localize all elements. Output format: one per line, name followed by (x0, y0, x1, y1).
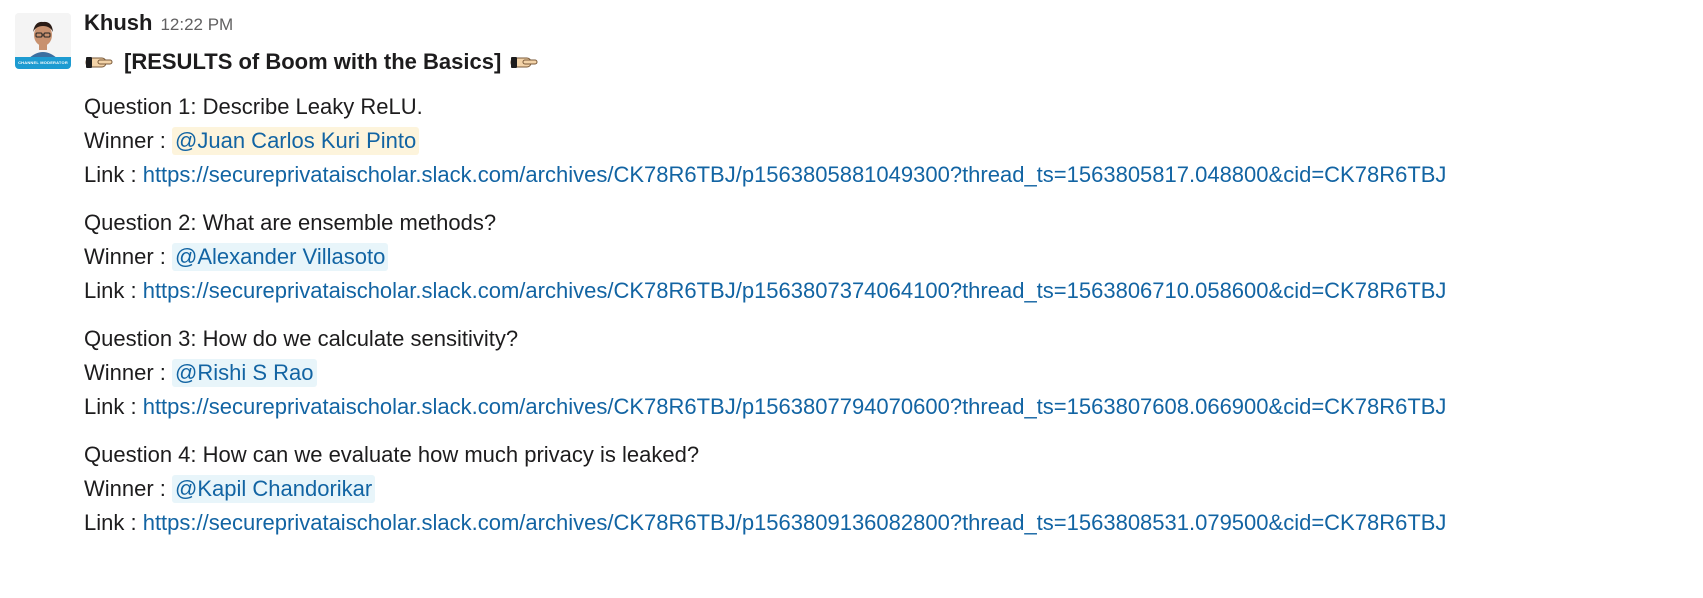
winner-mention[interactable]: @Juan Carlos Kuri Pinto (172, 127, 420, 155)
question-text: Question 4: How can we evaluate how much… (84, 442, 700, 467)
question-block: Question 2: What are ensemble methods? W… (84, 206, 1693, 308)
link-label: Link : (84, 394, 143, 419)
question-text: Question 2: What are ensemble methods? (84, 210, 497, 235)
link-label: Link : (84, 278, 143, 303)
thread-link[interactable]: https://secureprivataischolar.slack.com/… (143, 394, 1447, 419)
pointing-hand-icon (509, 52, 539, 72)
winner-label: Winner : (84, 360, 173, 385)
link-line: Link : https://secureprivataischolar.sla… (84, 274, 1693, 308)
winner-mention[interactable]: @Rishi S Rao (172, 359, 317, 387)
winner-line: Winner : @Juan Carlos Kuri Pinto (84, 124, 1693, 158)
winner-label: Winner : (84, 128, 173, 153)
message-timestamp[interactable]: 12:22 PM (160, 15, 233, 35)
message-content: Khush 12:22 PM [RESULTS of Boom with the… (84, 10, 1693, 554)
avatar[interactable]: CHANNEL MODERATOR (15, 13, 71, 69)
link-line: Link : https://secureprivataischolar.sla… (84, 158, 1693, 192)
question-block: Question 1: Describe Leaky ReLU. Winner … (84, 90, 1693, 192)
pointing-hand-icon (84, 52, 114, 72)
message-header: Khush 12:22 PM (84, 10, 1693, 44)
question-list: Question 1: Describe Leaky ReLU. Winner … (84, 90, 1693, 540)
title-text: [RESULTS of Boom with the Basics] (124, 49, 502, 74)
winner-mention[interactable]: @Alexander Villasoto (172, 243, 389, 271)
question-text: Question 1: Describe Leaky ReLU. (84, 94, 423, 119)
question-block: Question 4: How can we evaluate how much… (84, 438, 1693, 540)
winner-label: Winner : (84, 476, 173, 501)
winner-label: Winner : (84, 244, 173, 269)
question-text: Question 3: How do we calculate sensitiv… (84, 326, 519, 351)
winner-line: Winner : @Kapil Chandorikar (84, 472, 1693, 506)
author-name[interactable]: Khush (84, 10, 152, 36)
thread-link[interactable]: https://secureprivataischolar.slack.com/… (143, 162, 1447, 187)
avatar-badge: CHANNEL MODERATOR (15, 57, 71, 69)
winner-line: Winner : @Rishi S Rao (84, 356, 1693, 390)
winner-line: Winner : @Alexander Villasoto (84, 240, 1693, 274)
link-label: Link : (84, 162, 143, 187)
link-label: Link : (84, 510, 143, 535)
question-block: Question 3: How do we calculate sensitiv… (84, 322, 1693, 424)
link-line: Link : https://secureprivataischolar.sla… (84, 506, 1693, 540)
link-line: Link : https://secureprivataischolar.sla… (84, 390, 1693, 424)
winner-mention[interactable]: @Kapil Chandorikar (172, 475, 376, 503)
message-title: [RESULTS of Boom with the Basics] (84, 44, 1693, 80)
thread-link[interactable]: https://secureprivataischolar.slack.com/… (143, 510, 1447, 535)
thread-link[interactable]: https://secureprivataischolar.slack.com/… (143, 278, 1447, 303)
slack-message: CHANNEL MODERATOR Khush 12:22 PM [RESULT… (0, 0, 1703, 598)
